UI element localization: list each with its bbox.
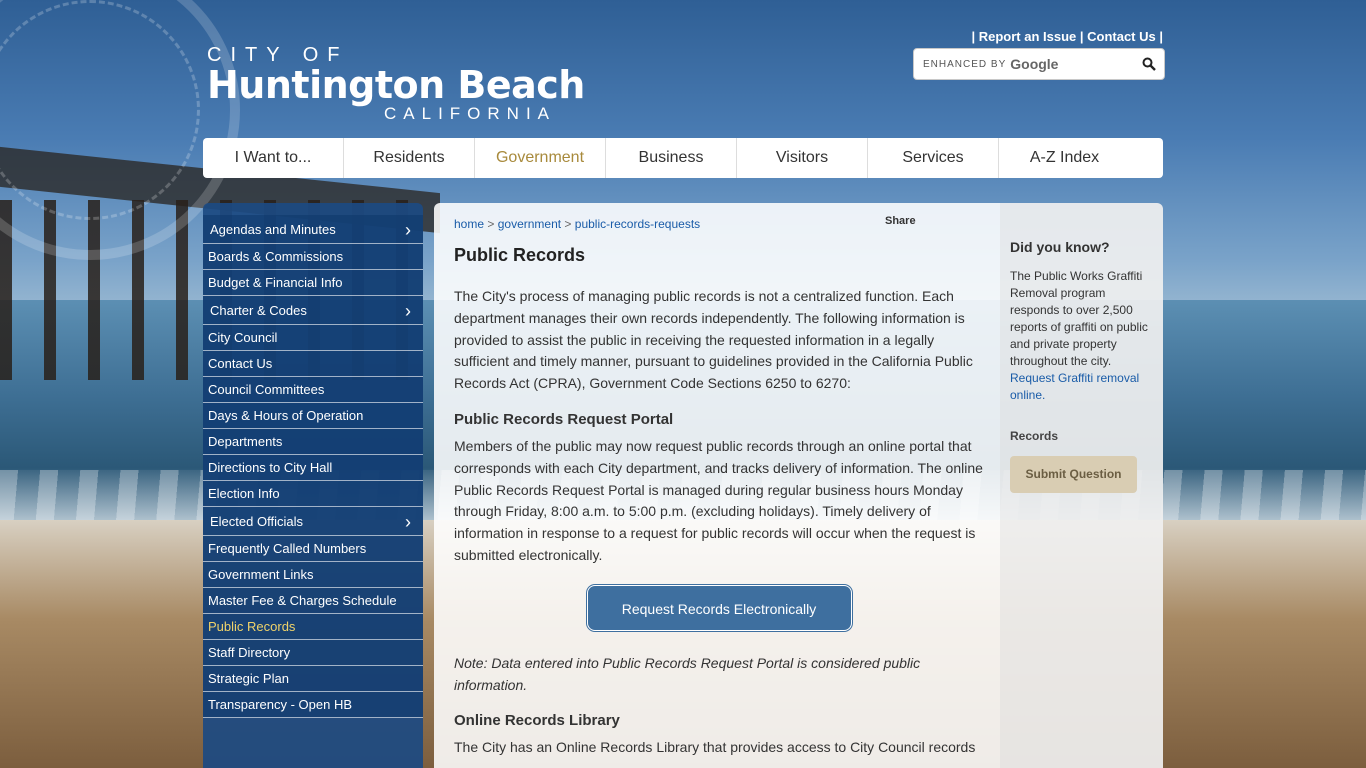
submit-question-button[interactable]: Submit Question <box>1010 456 1137 493</box>
sidebar-item-boards-commissions[interactable]: Boards & Commissions <box>203 244 423 270</box>
main-nav: I Want to... Residents Government Busine… <box>203 138 1163 178</box>
nav-i-want-to[interactable]: I Want to... <box>203 138 344 178</box>
logo-state: CALIFORNIA <box>384 104 557 123</box>
main-content: home > government > public-records-reque… <box>434 203 1000 768</box>
nav-services[interactable]: Services <box>868 138 999 178</box>
breadcrumb-home[interactable]: home <box>454 217 484 231</box>
library-heading: Online Records Library <box>454 712 620 730</box>
sidebar-item-government-links[interactable]: Government Links <box>203 562 423 588</box>
sidebar-item-agendas-minutes[interactable]: Agendas and Minutes › <box>203 215 423 244</box>
contact-us-link[interactable]: Contact Us <box>1087 29 1156 44</box>
did-you-know-text: The Public Works Graffiti Removal progra… <box>1010 269 1148 402</box>
nav-business[interactable]: Business <box>606 138 737 178</box>
portal-heading: Public Records Request Portal <box>454 410 674 428</box>
top-links: | Report an Issue | Contact Us | <box>971 29 1163 44</box>
right-sidebar: Did you know? The Public Works Graffiti … <box>1000 203 1163 768</box>
chevron-right-icon[interactable]: › <box>405 215 411 245</box>
sidebar-item-transparency[interactable]: Transparency - Open HB <box>203 692 423 718</box>
nav-visitors[interactable]: Visitors <box>737 138 868 178</box>
did-you-know-title: Did you know? <box>1010 239 1110 255</box>
records-label: Records <box>1010 429 1059 443</box>
sidebar-item-staff-directory[interactable]: Staff Directory <box>203 640 423 666</box>
sidebar-item-city-council[interactable]: City Council <box>203 325 423 351</box>
nav-government[interactable]: Government <box>475 138 606 178</box>
sidebar-item-charter-codes[interactable]: Charter & Codes › <box>203 296 423 325</box>
nav-a-z-index[interactable]: A-Z Index <box>999 138 1130 178</box>
intro-paragraph: The City's process of managing public re… <box>454 288 973 392</box>
sidebar-item-master-fee[interactable]: Master Fee & Charges Schedule <box>203 588 423 614</box>
search-box: ENHANCED BY Google <box>913 48 1165 80</box>
sidebar-item-frequently-called[interactable]: Frequently Called Numbers <box>203 536 423 562</box>
search-enhanced-by: ENHANCED BY <box>923 58 1007 70</box>
sidebar-item-directions[interactable]: Directions to City Hall <box>203 455 423 481</box>
sidebar-item-contact-us[interactable]: Contact Us <box>203 351 423 377</box>
sidebar-item-election-info[interactable]: Election Info <box>203 481 423 507</box>
search-input[interactable] <box>1058 56 1134 72</box>
request-records-button[interactable]: Request Records Electronically <box>586 584 852 631</box>
portal-paragraph: Members of the public may now request pu… <box>454 437 983 563</box>
sidebar-item-strategic-plan[interactable]: Strategic Plan <box>203 666 423 692</box>
share-button[interactable]: Share <box>885 215 916 227</box>
search-icon[interactable] <box>1134 57 1164 71</box>
sidebar-nav: Agendas and Minutes › Boards & Commission… <box>203 203 423 768</box>
city-logo[interactable]: CITY OF Huntington Beach CALIFORNIA <box>207 44 585 124</box>
sidebar-item-council-committees[interactable]: Council Committees <box>203 377 423 403</box>
library-paragraph: The City has an Online Records Library t… <box>454 739 976 756</box>
nav-residents[interactable]: Residents <box>344 138 475 178</box>
report-issue-link[interactable]: Report an Issue <box>979 29 1077 44</box>
sidebar-item-public-records[interactable]: Public Records <box>203 614 423 640</box>
breadcrumb-government[interactable]: government <box>498 217 561 231</box>
chevron-right-icon[interactable]: › <box>405 507 411 537</box>
sidebar-item-days-hours[interactable]: Days & Hours of Operation <box>203 403 423 429</box>
page-title: Public Records <box>454 245 586 265</box>
google-logo: Google <box>1010 56 1059 72</box>
sidebar-item-departments[interactable]: Departments <box>203 429 423 455</box>
breadcrumb-public-records[interactable]: public-records-requests <box>575 217 700 231</box>
sidebar-item-elected-officials[interactable]: Elected Officials › <box>203 507 423 536</box>
request-button-wrap: Request Records Electronically <box>454 584 984 631</box>
graffiti-removal-link[interactable]: Request Graffiti removal online. <box>1010 371 1139 402</box>
logo-name: Huntington Beach <box>207 63 585 107</box>
portal-note: Note: Data entered into Public Records R… <box>454 654 921 693</box>
sidebar-item-budget[interactable]: Budget & Financial Info <box>203 270 423 296</box>
chevron-right-icon[interactable]: › <box>405 296 411 326</box>
